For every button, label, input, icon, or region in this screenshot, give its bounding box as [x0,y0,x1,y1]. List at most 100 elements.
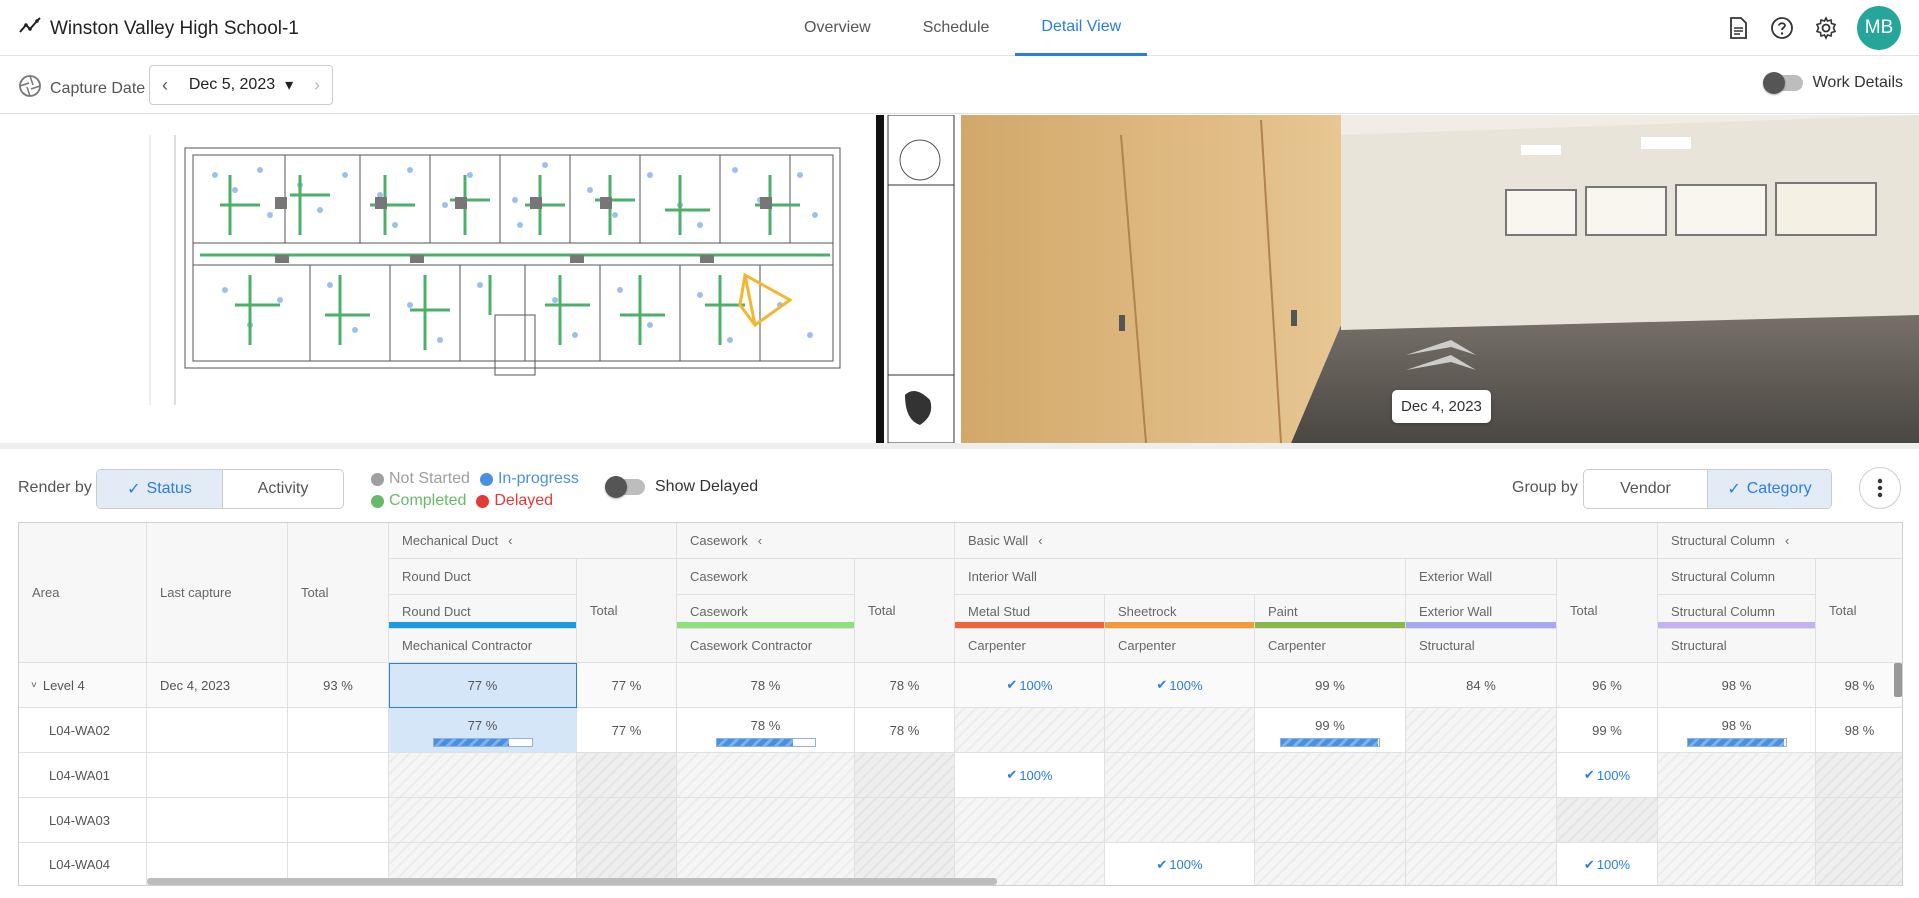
empty-cell [389,753,577,798]
site-photo-360[interactable]: Dec 4, 2023 [961,115,1919,443]
collapse-chevron-icon[interactable]: ‹ [1785,533,1789,548]
progress-cell[interactable]: 78 % [677,708,855,753]
subheader-casework: Casework [677,559,855,595]
viewer: Dec 4, 2023 [0,115,1919,443]
render-activity-button[interactable]: Activity [222,470,343,508]
progress-cell[interactable]: 98 % [1658,708,1816,753]
tab-detail-view[interactable]: Detail View [1015,0,1148,56]
check-icon: ✓ [1727,481,1741,498]
vertical-scrollbar[interactable] [1894,663,1902,697]
vendor-carpenter: Carpenter [955,629,1105,663]
progress-cell[interactable]: 98 % [1658,663,1816,708]
header-last-capture[interactable]: Last capture [147,523,288,663]
vendor-carpenter: Carpenter [1255,629,1406,663]
progress-cell[interactable]: 78 % [677,663,855,708]
group-by-label: Group by [1512,479,1578,496]
empty-cell [1406,708,1557,753]
group-mechanical-duct[interactable]: Mechanical Duct ‹ [389,523,677,559]
progress-bar [432,738,533,747]
help-icon[interactable] [1769,15,1795,41]
work-details-toggle[interactable] [1762,72,1803,94]
brand: Winston Valley High School-1 [18,14,299,43]
document-icon[interactable] [1725,15,1751,41]
tab-schedule[interactable]: Schedule [897,0,1016,56]
gear-icon[interactable] [1813,15,1839,41]
empty-cell [1406,843,1557,885]
top-bar: Winston Valley High School-1 Overview Sc… [0,0,1919,56]
empty-cell [1816,753,1902,798]
table-row-area[interactable]: L04-WA03 [19,798,147,843]
progress-bar [1686,738,1787,747]
group-basic-wall[interactable]: Basic Wall ‹ [955,523,1658,559]
progress-cell[interactable]: ✔ 100% [1105,843,1255,885]
header-total[interactable]: Total [288,523,389,663]
selected-date: Dec 5, 2023 [188,76,276,93]
avatar[interactable]: MB [1857,6,1901,50]
progress-cell[interactable]: 77 % [389,663,577,708]
item-round-duct: Round Duct [389,595,577,629]
empty-cell [1406,753,1557,798]
more-options-button[interactable] [1859,467,1901,509]
group-vendor-button[interactable]: Vendor [1584,470,1707,508]
total-cell: 78 % [855,663,955,708]
prev-date-button[interactable]: ‹ [150,75,180,96]
item-exterior-wall: Exterior Wall [1406,595,1557,629]
next-date-button[interactable]: › [302,75,332,96]
collapse-chevron-icon[interactable]: ‹ [1038,533,1042,548]
vendor-carpenter: Carpenter [1105,629,1255,663]
collapse-chevron-icon[interactable]: ‹ [508,533,512,548]
item-metal-stud: Metal Stud [955,595,1105,629]
group-structural-column[interactable]: Structural Column ‹ [1658,523,1902,559]
last-capture-cell [147,798,288,843]
progress-cell[interactable]: 99 % [1255,663,1406,708]
show-delayed-toggle[interactable] [605,476,645,498]
table-row-area[interactable]: L04-WA04 [19,843,147,885]
aperture-icon [18,74,42,103]
total-cell [288,753,389,798]
check-circle-icon: ✔ [1156,856,1168,872]
empty-cell [1406,798,1557,843]
progress-cell[interactable]: 77 % [389,708,577,753]
table-row-area[interactable]: ˅ Level 4 [19,663,147,708]
collapse-chevron-icon[interactable]: ‹ [758,533,762,548]
empty-cell [1557,798,1658,843]
project-title[interactable]: Winston Valley High School-1 [50,18,299,40]
table-row-area[interactable]: L04-WA01 [19,753,147,798]
horizontal-scrollbar[interactable] [147,878,997,885]
chevron-down-icon[interactable]: ˅ [31,680,37,691]
empty-cell [1255,843,1406,885]
capture-bar: Capture Date ‹ Dec 5, 2023 ▾ › Work Deta… [0,56,1919,114]
progress-cell[interactable]: 99 % [1255,708,1406,753]
floor-plan[interactable] [0,115,960,443]
empty-cell [1255,798,1406,843]
work-details-toggle-group: Work Details [1762,72,1903,94]
legend-not-started: Not Started [371,468,470,490]
legend-completed: Completed [371,490,466,512]
header-area[interactable]: Area [19,523,147,663]
empty-cell [1816,798,1902,843]
empty-cell [955,798,1105,843]
progress-bar [715,738,816,747]
render-status-button[interactable]: ✓ Status [97,470,222,508]
progress-cell[interactable]: 84 % [1406,663,1557,708]
subheader-structural-column: Structural Column [1658,559,1816,595]
last-capture-cell: Dec 4, 2023 [147,663,288,708]
date-picker: ‹ Dec 5, 2023 ▾ › [149,65,333,105]
group-casework[interactable]: Casework ‹ [677,523,955,559]
empty-cell [1816,843,1902,885]
empty-cell [577,798,677,843]
date-select[interactable]: Dec 5, 2023 ▾ [180,75,302,95]
main-nav: Overview Schedule Detail View [778,0,1148,56]
empty-cell [577,753,677,798]
total-cell: 98 % [1816,708,1902,753]
table-row-area[interactable]: L04-WA02 [19,708,147,753]
header-column-total: Total [1816,559,1902,663]
progress-cell[interactable]: ✔ 100% [1105,663,1255,708]
item-structural-column: Structural Column [1658,595,1816,629]
last-capture-cell [147,708,288,753]
empty-cell [855,798,955,843]
group-category-button[interactable]: ✓ Category [1707,470,1831,508]
tab-overview[interactable]: Overview [778,0,897,56]
progress-cell[interactable]: ✔ 100% [955,753,1105,798]
progress-cell[interactable]: ✔ 100% [955,663,1105,708]
